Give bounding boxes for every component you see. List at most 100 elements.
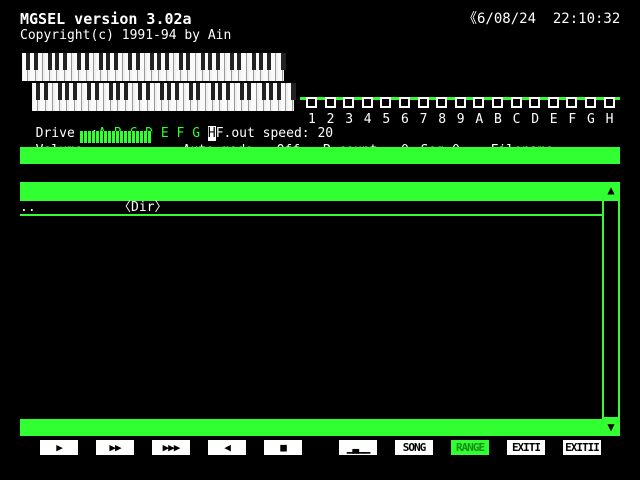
piano-key <box>205 53 214 81</box>
list-header-bar <box>20 182 602 199</box>
copyright-text: Copyright(c) 1991-94 by Ain <box>20 28 232 43</box>
piano-key <box>127 83 133 111</box>
channel-number-8: 8 <box>438 112 447 127</box>
piano-key <box>110 53 119 81</box>
piano-key <box>40 83 49 111</box>
piano-key <box>33 83 42 111</box>
piano-key <box>105 83 115 111</box>
app-title: MGSEL version 3.02a <box>20 10 192 28</box>
keyboard-lower <box>32 83 297 111</box>
channel-box-4[interactable] <box>361 97 373 108</box>
piano-key <box>62 83 71 111</box>
list-footer-bar <box>20 419 602 436</box>
channel-box-A[interactable] <box>473 97 485 108</box>
channel-box-B[interactable] <box>492 97 503 108</box>
piano-key <box>30 53 39 81</box>
piano-key <box>193 83 202 111</box>
channel-number-3: 3 <box>345 112 354 127</box>
piano-key <box>207 83 217 111</box>
scroll-up-icon[interactable]: ▲ <box>602 182 620 199</box>
title-display-bar <box>20 147 620 164</box>
channel-box-G[interactable] <box>585 97 596 108</box>
channel-box-3[interactable] <box>343 97 355 108</box>
piano-key <box>37 53 43 81</box>
channel-number-4: 4 <box>363 112 372 127</box>
piano-key <box>59 53 68 81</box>
fast-forward-button[interactable]: ▶▶ <box>96 440 134 455</box>
piano-key <box>183 53 192 81</box>
piano-key <box>73 53 83 81</box>
piano-key <box>270 53 276 81</box>
datetime: 《6/08/24 22:10:32 <box>463 11 621 27</box>
piano-key <box>266 83 275 111</box>
piano-key <box>134 83 144 111</box>
channel-box-5[interactable] <box>380 97 392 108</box>
piano-key <box>258 83 267 111</box>
channel-number-C: C <box>512 112 521 127</box>
channel-box-2[interactable] <box>324 97 336 108</box>
piano-key <box>215 83 224 111</box>
piano-key <box>226 53 236 81</box>
song-button[interactable]: SONG <box>395 440 433 455</box>
play-button[interactable]: ▶ <box>40 440 78 455</box>
piano-key <box>113 83 122 111</box>
channel-box-7[interactable] <box>417 97 429 108</box>
piano-key <box>69 83 78 111</box>
piano-key <box>156 83 166 111</box>
piano-key <box>263 53 272 81</box>
piano-key <box>164 83 173 111</box>
piano-key <box>178 83 184 111</box>
channel-number-D: D <box>531 112 540 127</box>
piano-key <box>256 53 265 81</box>
piano-key <box>175 53 185 81</box>
piano-key <box>54 83 64 111</box>
piano-key <box>168 53 174 81</box>
piano-key <box>98 83 104 111</box>
list-item-type: 〈Dir〉 <box>118 200 168 215</box>
faster-forward-button[interactable]: ▶▶▶ <box>152 440 190 455</box>
channel-box-D[interactable] <box>529 97 541 108</box>
stop-button[interactable]: ■ <box>264 440 302 455</box>
piano-key <box>185 83 195 111</box>
piano-key <box>190 53 196 81</box>
list-item-name: .. <box>20 200 36 215</box>
channel-number-F: F <box>568 112 577 127</box>
piano-key <box>273 83 282 111</box>
piano-key <box>81 53 90 81</box>
piano-key <box>241 53 247 81</box>
list-item[interactable]: .. 〈Dir〉 <box>20 200 167 215</box>
channel-number-9: 9 <box>456 112 465 127</box>
channel-number-5: 5 <box>382 112 391 127</box>
channel-box-6[interactable] <box>399 97 410 108</box>
piano-key <box>229 83 235 111</box>
exit1-button[interactable]: EXITI <box>507 440 545 455</box>
list-row-separator <box>20 214 602 216</box>
channel-number-B: B <box>494 112 502 127</box>
volume-bar[interactable] <box>80 131 152 143</box>
piano-key <box>66 53 72 81</box>
channel-box-C[interactable] <box>510 97 522 108</box>
channel-box-8[interactable] <box>436 97 448 108</box>
piano-key <box>23 53 32 81</box>
channel-box-1[interactable] <box>306 97 317 108</box>
exit2-button[interactable]: EXITII <box>563 440 601 455</box>
scroll-down-icon[interactable]: ▼ <box>602 419 620 436</box>
channel-box-H[interactable] <box>603 97 615 108</box>
channel-box-F[interactable] <box>566 97 578 108</box>
channel-box-9[interactable] <box>454 97 466 108</box>
piano-key <box>200 83 206 111</box>
scrollbar-track[interactable] <box>602 199 620 419</box>
piano-key <box>52 53 61 81</box>
piano-key <box>277 53 287 81</box>
piano-key <box>91 83 100 111</box>
piano-key <box>248 53 257 81</box>
piano-key <box>222 83 231 111</box>
channel-box-E[interactable] <box>547 97 559 108</box>
level-button[interactable]: ▁▃▁▁ <box>339 440 377 455</box>
range-button[interactable]: RANGE <box>451 440 489 455</box>
rewind-button[interactable]: ◀ <box>208 440 246 455</box>
piano-key <box>142 83 151 111</box>
piano-key <box>212 53 221 81</box>
piano-key <box>44 53 54 81</box>
piano-key <box>132 53 141 81</box>
